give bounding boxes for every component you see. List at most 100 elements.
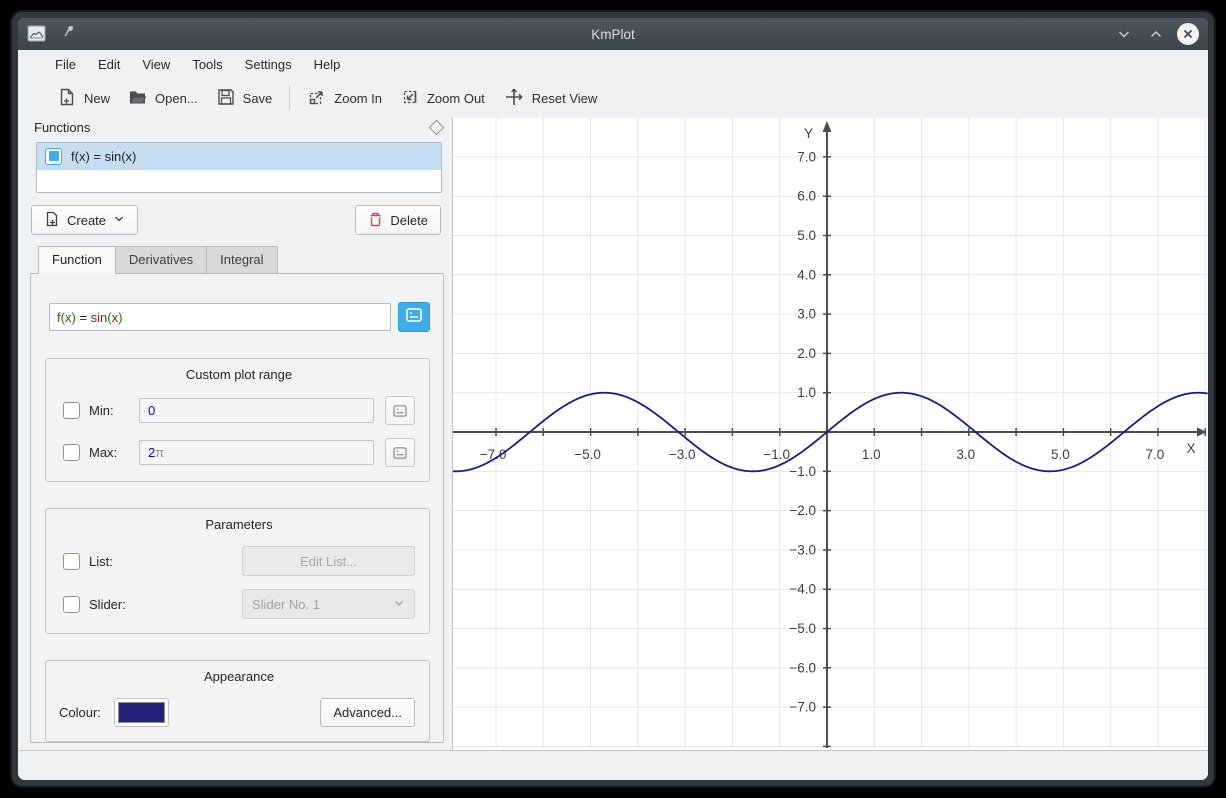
svg-text:−5.0: −5.0 <box>789 621 816 636</box>
parameter-slider-label: Slider: <box>89 597 143 612</box>
tab-function[interactable]: Function <box>38 246 116 273</box>
create-button[interactable]: Create <box>31 205 138 235</box>
slider-select[interactable]: Slider No. 1 <box>242 589 415 619</box>
dock-title: Functions <box>34 120 90 135</box>
svg-text:7.0: 7.0 <box>797 149 816 164</box>
function-tab-panel: f(x) = sin(x) <box>30 273 444 743</box>
edit-list-button[interactable]: Edit List... <box>242 546 415 576</box>
colour-picker-button[interactable] <box>114 698 169 727</box>
equation-editor-button[interactable] <box>398 302 430 332</box>
svg-text:3.0: 3.0 <box>797 307 816 322</box>
svg-text:X: X <box>1186 441 1195 456</box>
svg-text:Y: Y <box>804 126 813 141</box>
menu-file[interactable]: File <box>44 54 87 75</box>
chevron-down-icon <box>393 597 405 612</box>
svg-text:2.0: 2.0 <box>797 346 816 361</box>
svg-text:−3.0: −3.0 <box>669 447 696 462</box>
parameters-title: Parameters <box>63 517 415 532</box>
reset-view-button[interactable]: Reset View <box>494 82 607 115</box>
menu-help[interactable]: Help <box>303 54 352 75</box>
function-list[interactable]: f(x) = sin(x) <box>36 142 442 193</box>
minimize-button[interactable] <box>1112 22 1136 46</box>
window-frame: KmPlot File <box>12 12 1214 786</box>
list-button-row: Create <box>31 205 441 235</box>
function-editor-icon <box>406 308 422 327</box>
max-label: Max: <box>89 445 129 460</box>
svg-text:−2.0: −2.0 <box>789 503 816 518</box>
parameter-list-label: List: <box>89 554 143 569</box>
desktop-stage: KmPlot File <box>0 0 1226 798</box>
app-icon[interactable] <box>27 25 47 43</box>
parameter-list-checkbox[interactable] <box>63 553 80 570</box>
plot-canvas[interactable]: −7.0 −5.0 −3.0 −1.0 1.0 3.0 5.0 7.0 7.0 6.0 5.0 4.0… <box>453 118 1208 748</box>
function-visible-checkbox[interactable] <box>45 148 62 165</box>
kmplot-window: KmPlot File <box>18 18 1208 780</box>
close-icon <box>1177 23 1199 45</box>
custom-plot-range-title: Custom plot range <box>63 367 415 382</box>
svg-text:−4.0: −4.0 <box>789 582 816 597</box>
new-button[interactable]: New <box>48 82 119 115</box>
dock-float-icon[interactable] <box>429 120 445 136</box>
menu-tools[interactable]: Tools <box>181 54 233 75</box>
max-editor-button[interactable] <box>385 438 415 467</box>
min-editor-button[interactable] <box>385 396 415 425</box>
tab-integral[interactable]: Integral <box>207 246 277 273</box>
toolbar: New Open... <box>18 78 1208 118</box>
svg-text:−3.0: −3.0 <box>789 542 816 557</box>
open-button[interactable]: Open... <box>119 82 207 115</box>
save-icon <box>216 87 236 110</box>
reset-view-icon <box>503 87 525 110</box>
advanced-button[interactable]: Advanced... <box>320 698 415 727</box>
titlebar[interactable]: KmPlot <box>18 18 1208 50</box>
svg-text:1.0: 1.0 <box>862 447 881 462</box>
svg-text:5.0: 5.0 <box>1051 447 1070 462</box>
min-input[interactable]: 0 <box>139 398 374 423</box>
parameter-slider-checkbox[interactable] <box>63 596 80 613</box>
menubar: File Edit View Tools Settings Help <box>18 50 1208 78</box>
equation-input[interactable]: f(x) = sin(x) <box>49 303 391 331</box>
svg-text:7.0: 7.0 <box>1146 447 1165 462</box>
svg-text:−7.0: −7.0 <box>789 700 816 715</box>
open-folder-icon <box>128 87 148 110</box>
svg-text:3.0: 3.0 <box>956 447 975 462</box>
max-input[interactable]: 2π <box>139 440 374 465</box>
appearance-title: Appearance <box>63 669 415 684</box>
maximize-button[interactable] <box>1144 22 1168 46</box>
svg-text:−6.0: −6.0 <box>789 660 816 675</box>
zoom-in-button[interactable]: Zoom In <box>298 82 391 115</box>
appearance-group: Appearance Colour: Advanced... <box>45 660 430 742</box>
max-checkbox[interactable] <box>63 444 80 461</box>
min-checkbox[interactable] <box>63 402 80 419</box>
zoom-out-icon <box>400 87 420 110</box>
window-title: KmPlot <box>18 27 1208 42</box>
svg-text:−1.0: −1.0 <box>763 447 790 462</box>
parameters-group: Parameters List: Edit List... Slider: <box>45 508 430 634</box>
statusbar <box>18 750 1208 780</box>
menu-edit[interactable]: Edit <box>87 54 131 75</box>
min-label: Min: <box>89 403 129 418</box>
custom-plot-range-group: Custom plot range Min: 0 <box>45 358 430 482</box>
svg-text:6.0: 6.0 <box>797 189 816 204</box>
function-list-item[interactable]: f(x) = sin(x) <box>37 143 441 170</box>
pin-icon[interactable] <box>61 24 77 45</box>
menu-settings[interactable]: Settings <box>234 54 303 75</box>
delete-button[interactable]: Delete <box>355 205 441 235</box>
svg-text:4.0: 4.0 <box>797 267 816 282</box>
tab-bar: Function Derivatives Integral <box>38 246 452 273</box>
svg-text:1.0: 1.0 <box>797 385 816 400</box>
chevron-down-icon <box>113 213 125 228</box>
zoom-in-icon <box>307 87 327 110</box>
close-button[interactable] <box>1176 22 1200 46</box>
function-item-label: f(x) = sin(x) <box>71 149 136 164</box>
save-button[interactable]: Save <box>207 82 282 115</box>
tab-derivatives[interactable]: Derivatives <box>116 246 207 273</box>
svg-text:−5.0: −5.0 <box>574 447 601 462</box>
zoom-out-button[interactable]: Zoom Out <box>391 82 494 115</box>
new-document-icon <box>44 211 60 230</box>
svg-text:5.0: 5.0 <box>797 228 816 243</box>
plot-area[interactable]: −7.0 −5.0 −3.0 −1.0 1.0 3.0 5.0 7.0 7.0 6.0 5.0 4.0… <box>452 118 1208 750</box>
trash-icon <box>368 211 383 230</box>
dock-header: Functions <box>26 118 452 136</box>
menu-view[interactable]: View <box>131 54 181 75</box>
main-area: Functions f(x) = sin(x) <box>18 118 1208 750</box>
